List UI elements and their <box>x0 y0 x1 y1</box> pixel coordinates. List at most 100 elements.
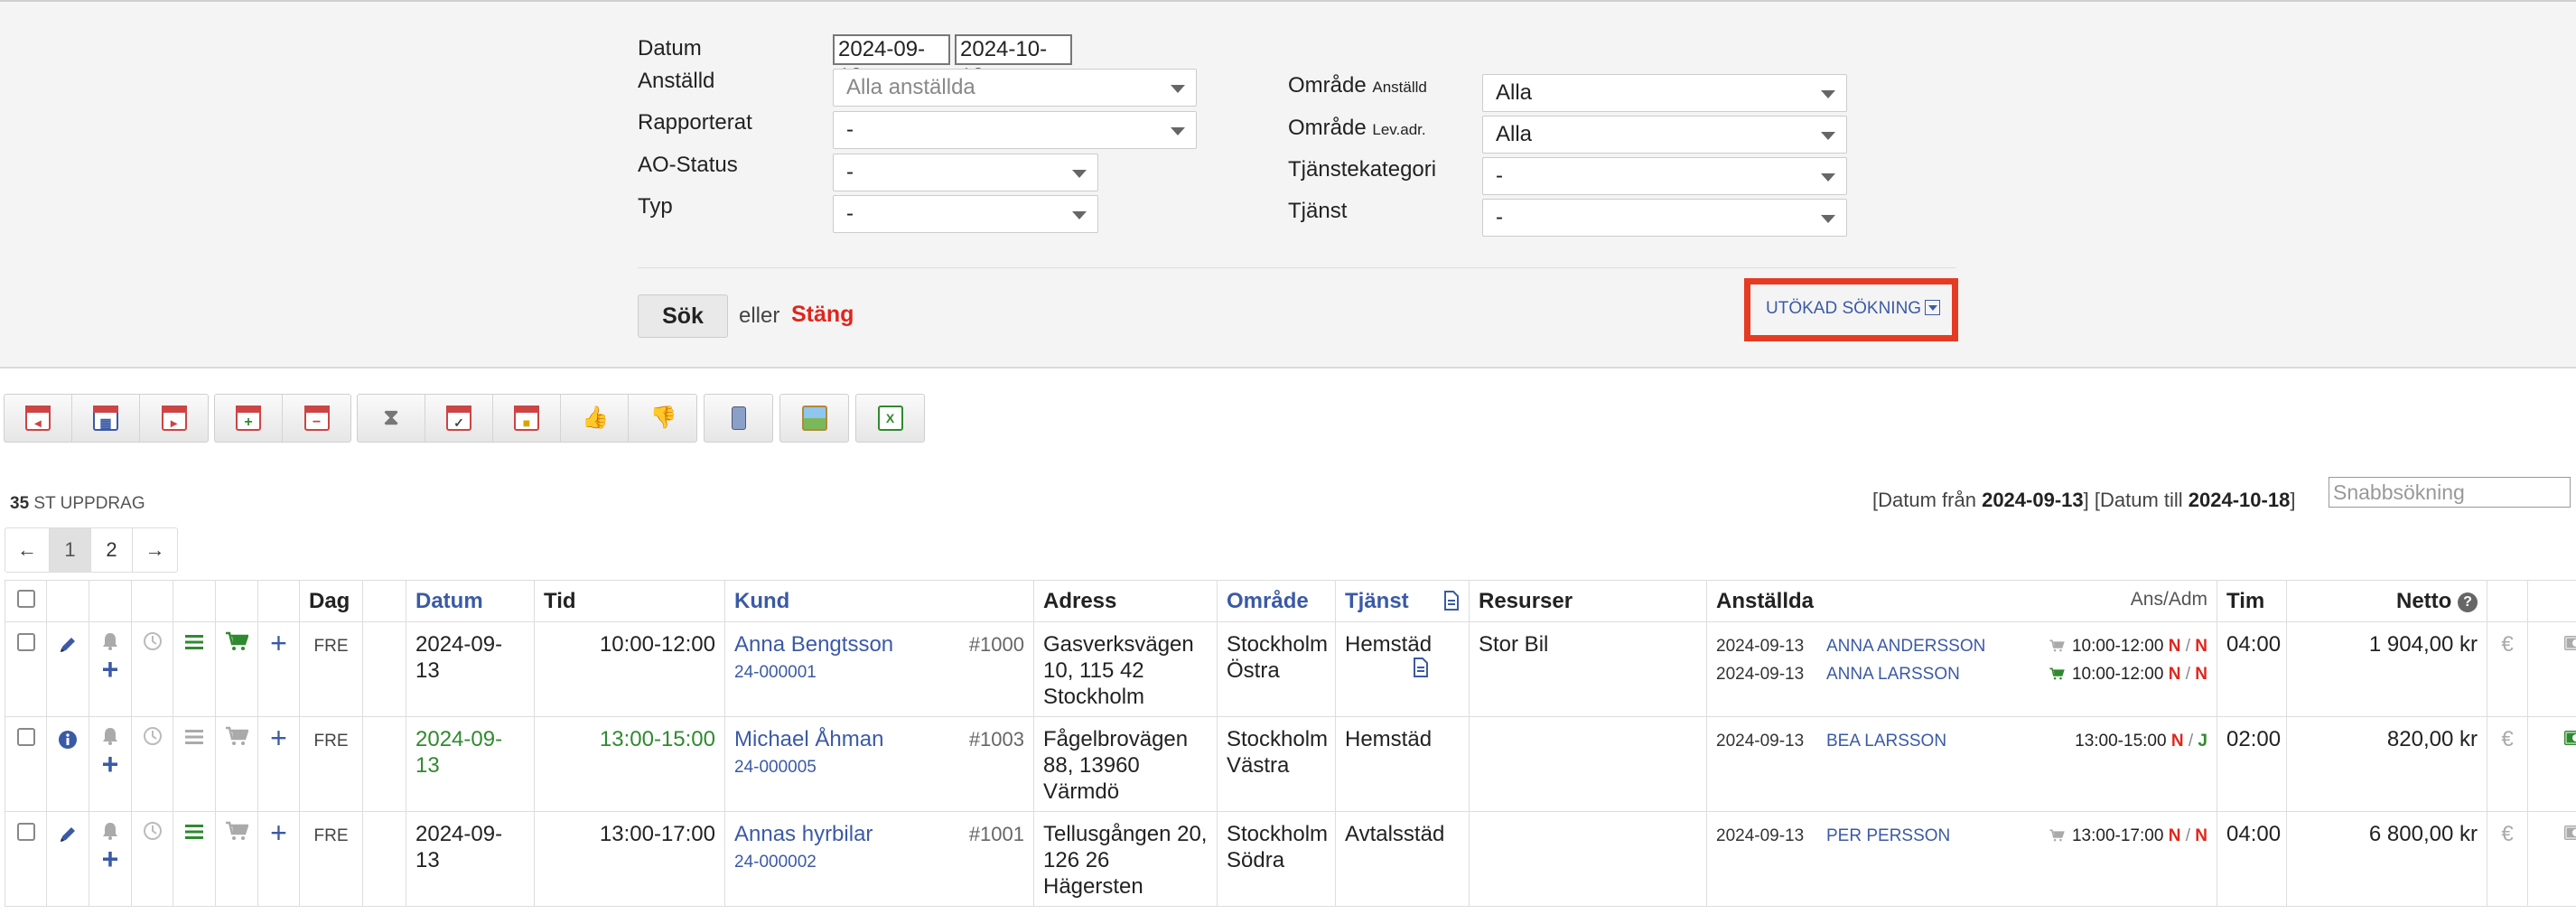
calendar-remove-button[interactable]: − <box>283 395 350 442</box>
order-number[interactable]: 24-000001 <box>734 663 817 682</box>
adress-line: Stockholm <box>1043 685 1145 709</box>
header-omrade[interactable]: Område <box>1217 580 1336 622</box>
order-number[interactable]: 24-000002 <box>734 853 817 872</box>
kund-number: #1003 <box>968 728 1024 751</box>
calendar-next-button[interactable]: ▸ <box>140 395 208 442</box>
money-cell[interactable] <box>2527 621 2576 717</box>
tjanst-select[interactable]: - <box>1482 199 1847 237</box>
money-cell[interactable] <box>2527 716 2576 812</box>
employee-name[interactable]: PER PERSSON <box>1826 823 1950 849</box>
plus-icon[interactable]: + <box>89 655 131 684</box>
document-icon[interactable] <box>1413 658 1429 677</box>
plus-icon[interactable]: + <box>89 844 131 873</box>
plus-icon[interactable]: + <box>258 629 299 658</box>
calendar-prev-button[interactable]: ◂ <box>5 395 72 442</box>
list-cell[interactable] <box>173 621 216 717</box>
tjanstekategori-select[interactable]: - <box>1482 157 1847 195</box>
excel-export-button[interactable]: X <box>856 395 924 442</box>
clock-cell[interactable] <box>131 621 173 717</box>
thumbs-up-button[interactable]: 👍 <box>561 395 629 442</box>
money-icon[interactable] <box>2563 825 2576 841</box>
typ-select[interactable]: - <box>833 195 1098 233</box>
date-from-input[interactable]: 2024-09-13 <box>833 34 950 89</box>
add-cell[interactable]: + <box>257 716 300 812</box>
document-icon[interactable] <box>1443 591 1460 611</box>
table-row[interactable]: + + FRE 2024-09-13 13:00-17:00 #1001 Annas hyr… <box>5 811 2576 907</box>
notify-cell[interactable]: + <box>89 716 132 812</box>
image-button[interactable] <box>780 395 848 442</box>
euro-cell[interactable]: € <box>2487 811 2528 907</box>
search-button[interactable]: Sök <box>638 294 728 338</box>
money-icon[interactable] <box>2563 730 2576 746</box>
clock-cell[interactable] <box>131 811 173 907</box>
header-kund[interactable]: Kund <box>724 580 1034 622</box>
kund-link[interactable]: Annas hyrbilar <box>734 822 873 846</box>
kund-link[interactable]: Anna Bengtsson <box>734 632 893 657</box>
netto-cell: 6 800,00 kr <box>2286 811 2487 907</box>
kund-number: #1000 <box>968 633 1024 656</box>
hourglass-button[interactable]: ⧗ <box>358 395 425 442</box>
notify-cell[interactable]: + <box>89 621 132 717</box>
calendar-view-button[interactable]: ▦ <box>72 395 140 442</box>
plus-icon[interactable]: + <box>258 723 299 752</box>
euro-icon[interactable]: € <box>2501 632 2513 657</box>
employee-adm: N <box>2195 665 2207 684</box>
employee-name[interactable]: BEA LARSSON <box>1826 728 1946 754</box>
money-icon[interactable] <box>2563 635 2576 651</box>
cart-cell[interactable] <box>215 716 258 812</box>
rapporterat-select[interactable]: - <box>833 111 1197 149</box>
omrade-anstalld-select[interactable]: Alla <box>1482 74 1847 112</box>
select-all-checkbox[interactable] <box>16 590 35 608</box>
plus-icon[interactable]: + <box>89 750 131 779</box>
edit-cell[interactable] <box>46 621 89 717</box>
calendar-lock-button[interactable]: ■ <box>493 395 561 442</box>
kund-link[interactable]: Michael Åhman <box>734 727 883 751</box>
add-cell[interactable]: + <box>257 811 300 907</box>
pagination-page-1[interactable]: 1 <box>50 528 91 572</box>
euro-icon[interactable]: € <box>2501 822 2513 846</box>
omrade-line: Västra <box>1227 753 1290 778</box>
kund-cell: #1000 Anna Bengtsson 24-000001 <box>724 621 1034 717</box>
euro-cell[interactable]: € <box>2487 621 2528 717</box>
omrade-lev-select-value: Alla <box>1496 122 1533 146</box>
cart-cell[interactable] <box>215 811 258 907</box>
edit-cell[interactable] <box>46 811 89 907</box>
typ-select-value: - <box>846 201 854 226</box>
close-link[interactable]: Stäng <box>791 302 854 328</box>
phone-button[interactable] <box>705 395 772 442</box>
calendar-add-button[interactable]: + <box>215 395 283 442</box>
pagination-page-2[interactable]: 2 <box>91 528 133 572</box>
row-checkbox[interactable] <box>16 823 35 841</box>
clock-cell[interactable] <box>131 716 173 812</box>
header-datum[interactable]: Datum <box>406 580 535 622</box>
row-checkbox[interactable] <box>16 728 35 746</box>
cart-cell[interactable] <box>215 621 258 717</box>
money-cell[interactable] <box>2527 811 2576 907</box>
table-row[interactable]: + + FRE 2024-09-13 10:00-12:00 #1000 Anna Beng… <box>5 621 2576 717</box>
calendar-check-button[interactable]: ✓ <box>425 395 493 442</box>
thumbs-down-button[interactable]: 👎 <box>629 395 696 442</box>
euro-icon[interactable]: € <box>2501 727 2513 751</box>
add-cell[interactable]: + <box>257 621 300 717</box>
pagination-next[interactable]: → <box>133 528 177 572</box>
ao-status-select[interactable]: - <box>833 154 1098 191</box>
euro-cell[interactable]: € <box>2487 716 2528 812</box>
list-cell[interactable] <box>173 716 216 812</box>
extended-search-link[interactable]: UTÖKAD SÖKNING <box>1766 299 1941 319</box>
employee-name[interactable]: ANNA ANDERSSON <box>1826 633 1985 659</box>
pagination-prev[interactable]: ← <box>5 528 50 572</box>
table-row[interactable]: + + FRE 2024-09-13 13:00-15:00 #1003 Michael Å… <box>5 716 2576 812</box>
help-icon[interactable]: ? <box>2458 592 2478 612</box>
quick-search-input[interactable]: Snabbsökning <box>2329 477 2571 508</box>
row-checkbox[interactable] <box>16 633 35 651</box>
omrade-lev-select[interactable]: Alla <box>1482 116 1847 154</box>
anstalld-select[interactable]: Alla anställda <box>833 69 1197 107</box>
plus-icon[interactable]: + <box>258 818 299 847</box>
edit-cell[interactable] <box>46 716 89 812</box>
order-number[interactable]: 24-000005 <box>734 758 817 777</box>
header-tjanst[interactable]: Tjänst <box>1345 589 1409 613</box>
date-to-input[interactable]: 2024-10-18 <box>955 34 1072 89</box>
notify-cell[interactable]: + <box>89 811 132 907</box>
list-cell[interactable] <box>173 811 216 907</box>
employee-name[interactable]: ANNA LARSSON <box>1826 661 1960 687</box>
